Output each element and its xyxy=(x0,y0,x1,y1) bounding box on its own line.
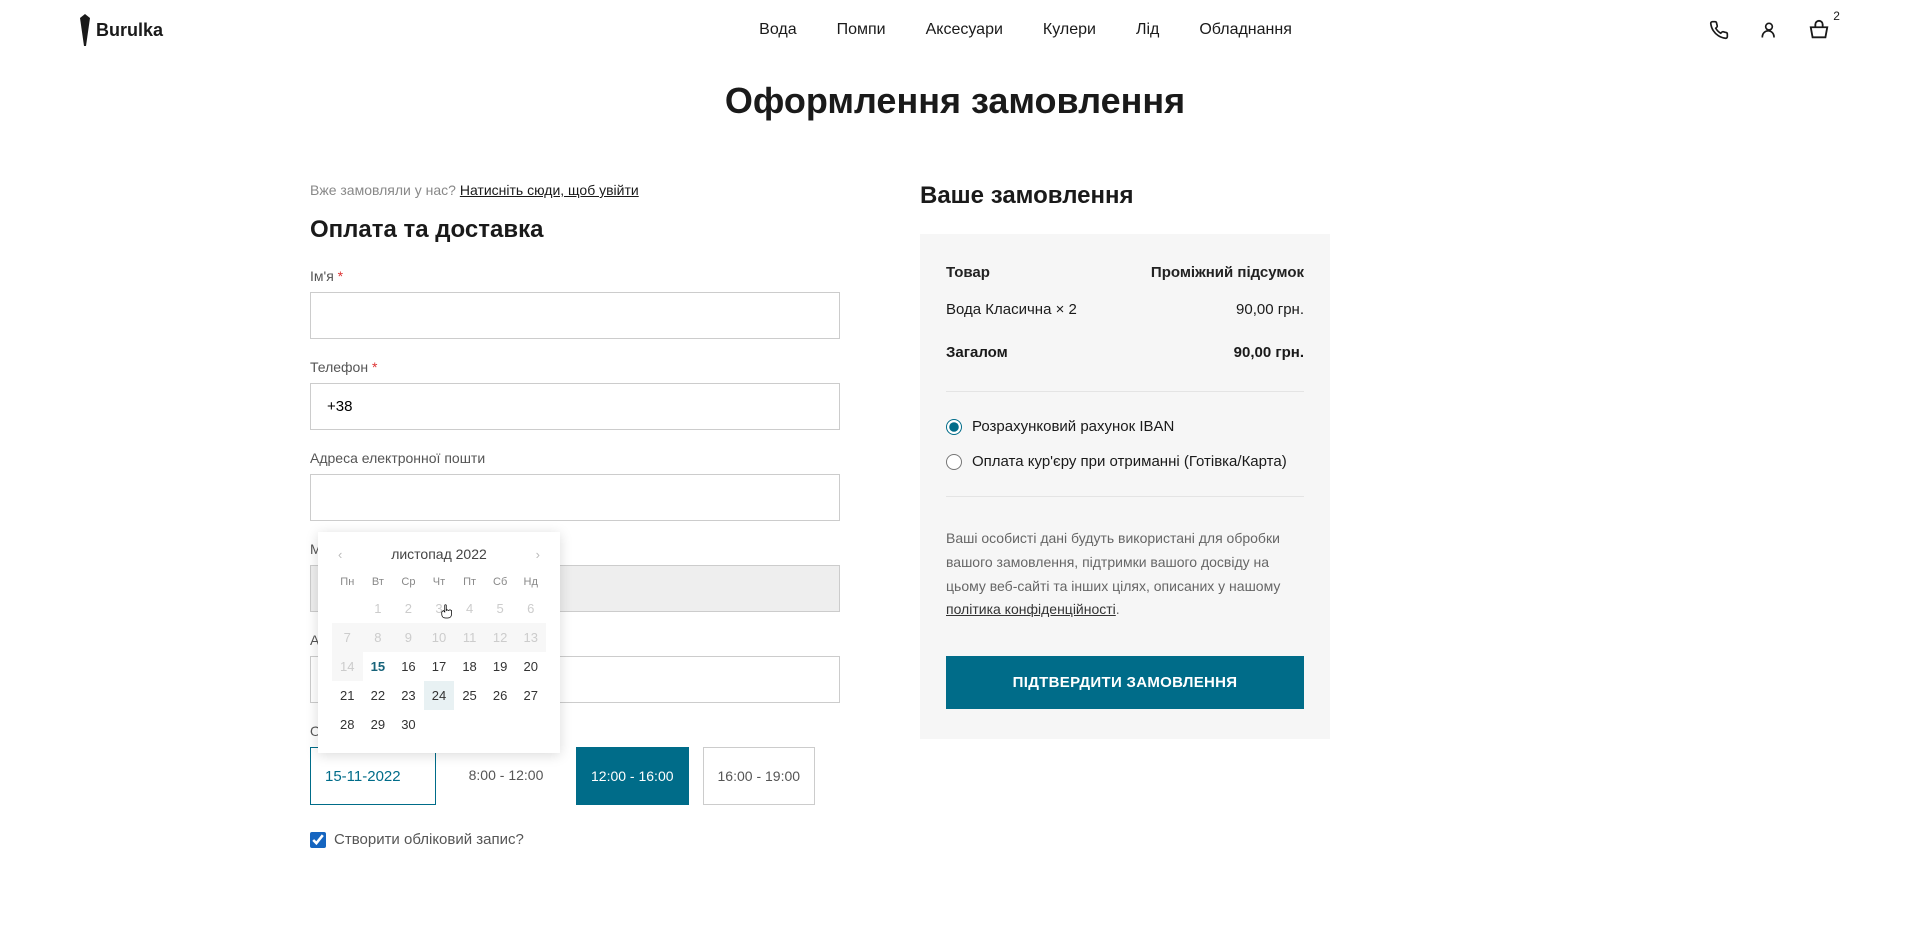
login-prompt-text: Вже замовляли у нас? xyxy=(310,182,460,198)
datepicker-day: 7 xyxy=(332,623,363,652)
email-input[interactable] xyxy=(310,474,840,521)
datepicker-day[interactable]: 17 xyxy=(424,652,455,681)
payment-cod-row[interactable]: Оплата кур'єру при отриманні (Готівка/Ка… xyxy=(946,453,1304,470)
phone-label: Телефон * xyxy=(310,359,840,375)
user-icon[interactable] xyxy=(1758,19,1780,41)
datepicker-day[interactable]: 20 xyxy=(515,652,546,681)
datepicker-day: 10 xyxy=(424,623,455,652)
datepicker-day: 14 xyxy=(332,652,363,681)
summary-item-price: 90,00 грн. xyxy=(1236,301,1304,318)
datepicker-day: 3 xyxy=(424,594,455,623)
nav-ice[interactable]: Лід xyxy=(1136,21,1159,39)
datepicker-day[interactable]: 25 xyxy=(454,681,485,710)
payment-iban-row[interactable]: Розрахунковий рахунок IBAN xyxy=(946,418,1304,435)
datepicker-day[interactable]: 30 xyxy=(393,710,424,739)
time-slot-1[interactable]: 12:00 - 16:00 xyxy=(576,747,689,805)
nav-pumps[interactable]: Помпи xyxy=(837,21,886,39)
nav-water[interactable]: Вода xyxy=(759,21,796,39)
logo[interactable]: Burulka xyxy=(80,14,163,46)
summary-head-subtotal: Проміжний підсумок xyxy=(1151,264,1304,281)
datepicker-day[interactable]: 27 xyxy=(515,681,546,710)
delivery-section-title: Оплата та доставка xyxy=(310,216,840,244)
datepicker-day: 1 xyxy=(363,594,394,623)
payment-cod-radio[interactable] xyxy=(946,454,962,470)
order-section-title: Ваше замовлення xyxy=(920,182,1330,210)
create-account-checkbox[interactable] xyxy=(310,832,326,848)
login-link[interactable]: Натисніть сюди, щоб увійти xyxy=(460,182,639,198)
name-input[interactable] xyxy=(310,292,840,339)
datepicker-dow: Пт xyxy=(454,572,485,594)
datepicker-day[interactable]: 16 xyxy=(393,652,424,681)
datepicker-day: 6 xyxy=(515,594,546,623)
datepicker-dow: Сб xyxy=(485,572,516,594)
summary-total-label: Загалом xyxy=(946,344,1008,361)
datepicker-day[interactable]: 19 xyxy=(485,652,516,681)
datepicker-day: 9 xyxy=(393,623,424,652)
order-summary: Товар Проміжний підсумок Вода Класична ×… xyxy=(920,234,1330,739)
basket-count: 2 xyxy=(1833,9,1840,23)
summary-total-value: 90,00 грн. xyxy=(1234,344,1304,361)
privacy-link[interactable]: політика конфіденційності xyxy=(946,601,1116,617)
phone-input[interactable] xyxy=(310,383,840,430)
datepicker-day: 8 xyxy=(363,623,394,652)
create-account-row[interactable]: Створити обліковий запис? xyxy=(310,831,840,848)
datepicker-day[interactable]: 22 xyxy=(363,681,394,710)
nav-coolers[interactable]: Кулери xyxy=(1043,21,1096,39)
datepicker-day: 4 xyxy=(454,594,485,623)
datepicker-day[interactable]: 28 xyxy=(332,710,363,739)
datepicker-day[interactable]: 23 xyxy=(393,681,424,710)
datepicker-day[interactable]: 18 xyxy=(454,652,485,681)
summary-item-name: Вода Класична × 2 xyxy=(946,301,1077,318)
datepicker-day[interactable]: 26 xyxy=(485,681,516,710)
datepicker-next[interactable]: › xyxy=(530,547,546,562)
nav-equipment[interactable]: Обладнання xyxy=(1199,21,1292,39)
confirm-order-button[interactable]: ПІДТВЕРДИТИ ЗАМОВЛЕННЯ xyxy=(946,656,1304,709)
datepicker-day[interactable]: 21 xyxy=(332,681,363,710)
email-label: Адреса електронної пошти xyxy=(310,450,840,466)
datepicker-dow: Пн xyxy=(332,572,363,594)
datepicker-dow: Ср xyxy=(393,572,424,594)
summary-head-product: Товар xyxy=(946,264,990,281)
datepicker: ‹ листопад 2022 › ПнВтСрЧтПтСбНд12345678… xyxy=(318,532,560,753)
datepicker-day[interactable]: 29 xyxy=(363,710,394,739)
name-label: Ім'я * xyxy=(310,268,840,284)
create-account-label: Створити обліковий запис? xyxy=(334,831,524,848)
datepicker-month: листопад 2022 xyxy=(391,546,487,562)
payment-iban-label: Розрахунковий рахунок IBAN xyxy=(972,418,1174,435)
datepicker-prev[interactable]: ‹ xyxy=(332,547,348,562)
datepicker-day: 5 xyxy=(485,594,516,623)
phone-icon[interactable] xyxy=(1708,19,1730,41)
datepicker-dow: Вт xyxy=(363,572,394,594)
payment-cod-label: Оплата кур'єру при отриманні (Готівка/Ка… xyxy=(972,453,1287,470)
page-title: Оформлення замовлення xyxy=(0,80,1910,122)
privacy-text: Ваші особисті дані будуть використані дл… xyxy=(946,527,1304,622)
time-slot-2[interactable]: 16:00 - 19:00 xyxy=(703,747,816,805)
datepicker-day: 12 xyxy=(485,623,516,652)
datepicker-day: 11 xyxy=(454,623,485,652)
datepicker-dow: Чт xyxy=(424,572,455,594)
datepicker-day[interactable]: 24 xyxy=(424,681,455,710)
time-slot-0[interactable]: 8:00 - 12:00 xyxy=(450,747,562,805)
datepicker-day: 13 xyxy=(515,623,546,652)
payment-iban-radio[interactable] xyxy=(946,419,962,435)
logo-text: Burulka xyxy=(96,20,163,41)
login-prompt: Вже замовляли у нас? Натисніть сюди, щоб… xyxy=(310,182,840,198)
datepicker-dow: Нд xyxy=(515,572,546,594)
main-nav: Вода Помпи Аксесуари Кулери Лід Обладнан… xyxy=(579,21,1292,39)
datepicker-day[interactable]: 15 xyxy=(363,652,394,681)
basket-icon[interactable]: 2 xyxy=(1808,19,1830,41)
date-input[interactable]: 15-11-2022 xyxy=(310,747,436,805)
logo-icon xyxy=(80,14,90,46)
nav-accessories[interactable]: Аксесуари xyxy=(926,21,1003,39)
datepicker-day: 2 xyxy=(393,594,424,623)
